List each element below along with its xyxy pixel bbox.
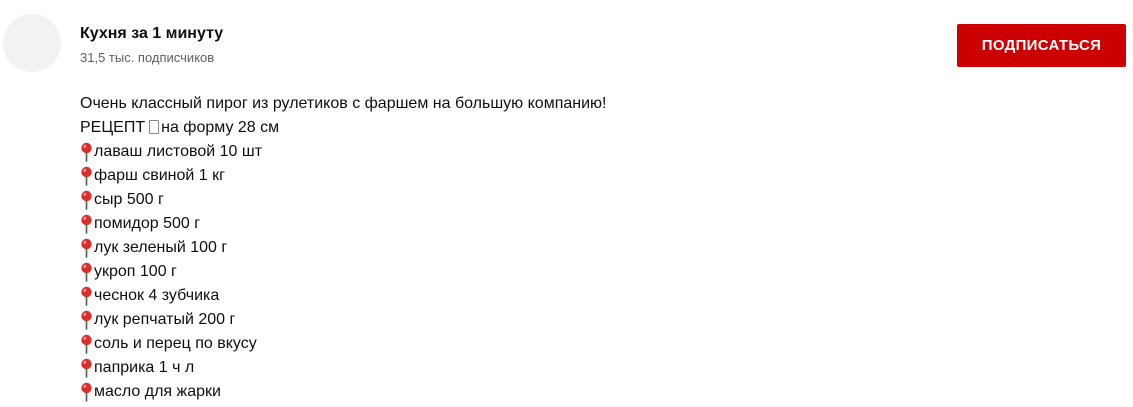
recipe-label: РЕЦЕПТ (80, 119, 146, 136)
subscriber-count: 31,5 тыс. подписчиков (80, 50, 215, 65)
ingredient-item: соль и перец по вкусу (80, 332, 1080, 356)
recipe-form: на форму 28 см (161, 119, 280, 136)
recipe-header: РЕЦЕПТ на форму 28 см (80, 116, 1080, 140)
ingredient-item: укроп 100 г (80, 260, 1080, 284)
channel-avatar[interactable] (3, 14, 61, 72)
ingredient-text: лаваш листовой 10 шт (94, 143, 263, 160)
ingredient-text: чеснок 4 зубчика (94, 287, 220, 304)
ingredient-text: лук зеленый 100 г (94, 239, 228, 256)
description-intro-text: Очень классный пирог из рулетиков с фарш… (80, 95, 607, 112)
round-pushpin-icon (80, 310, 93, 330)
round-pushpin-icon (80, 334, 93, 354)
round-pushpin-icon (80, 238, 93, 258)
description-intro: Очень классный пирог из рулетиков с фарш… (80, 92, 1080, 116)
round-pushpin-icon (80, 358, 93, 378)
ingredient-text: сыр 500 г (94, 191, 164, 208)
video-description: Очень классный пирог из рулетиков с фарш… (80, 92, 1080, 404)
ingredient-item: лук зеленый 100 г (80, 236, 1080, 260)
ingredient-text: фарш свиной 1 кг (94, 167, 225, 184)
ingredient-item: лук репчатый 200 г (80, 308, 1080, 332)
round-pushpin-icon (80, 166, 93, 186)
ingredient-text: помидор 500 г (94, 215, 201, 232)
channel-name[interactable]: Кухня за 1 минуту (80, 25, 223, 43)
round-pushpin-icon (80, 262, 93, 282)
round-pushpin-icon (80, 214, 93, 234)
ingredient-list: лаваш листовой 10 шт фарш свиной 1 кг сы… (80, 140, 1080, 404)
ingredient-text: соль и перец по вкусу (94, 335, 257, 352)
ingredient-text: паприка 1 ч л (94, 359, 195, 376)
ingredient-item: помидор 500 г (80, 212, 1080, 236)
subscribe-button[interactable]: ПОДПИСАТЬСЯ (957, 24, 1126, 67)
ingredient-text: масло для жарки (94, 383, 221, 400)
ingredient-item: чеснок 4 зубчика (80, 284, 1080, 308)
ingredient-text: укроп 100 г (94, 263, 177, 280)
unknown-glyph-box-icon (149, 120, 160, 134)
ingredient-item: фарш свиной 1 кг (80, 164, 1080, 188)
round-pushpin-icon (80, 382, 93, 402)
ingredient-item: лаваш листовой 10 шт (80, 140, 1080, 164)
round-pushpin-icon (80, 142, 93, 162)
ingredient-item: сыр 500 г (80, 188, 1080, 212)
round-pushpin-icon (80, 190, 93, 210)
ingredient-text: лук репчатый 200 г (94, 311, 236, 328)
round-pushpin-icon (80, 286, 93, 306)
ingredient-item: масло для жарки (80, 380, 1080, 404)
ingredient-item: паприка 1 ч л (80, 356, 1080, 380)
